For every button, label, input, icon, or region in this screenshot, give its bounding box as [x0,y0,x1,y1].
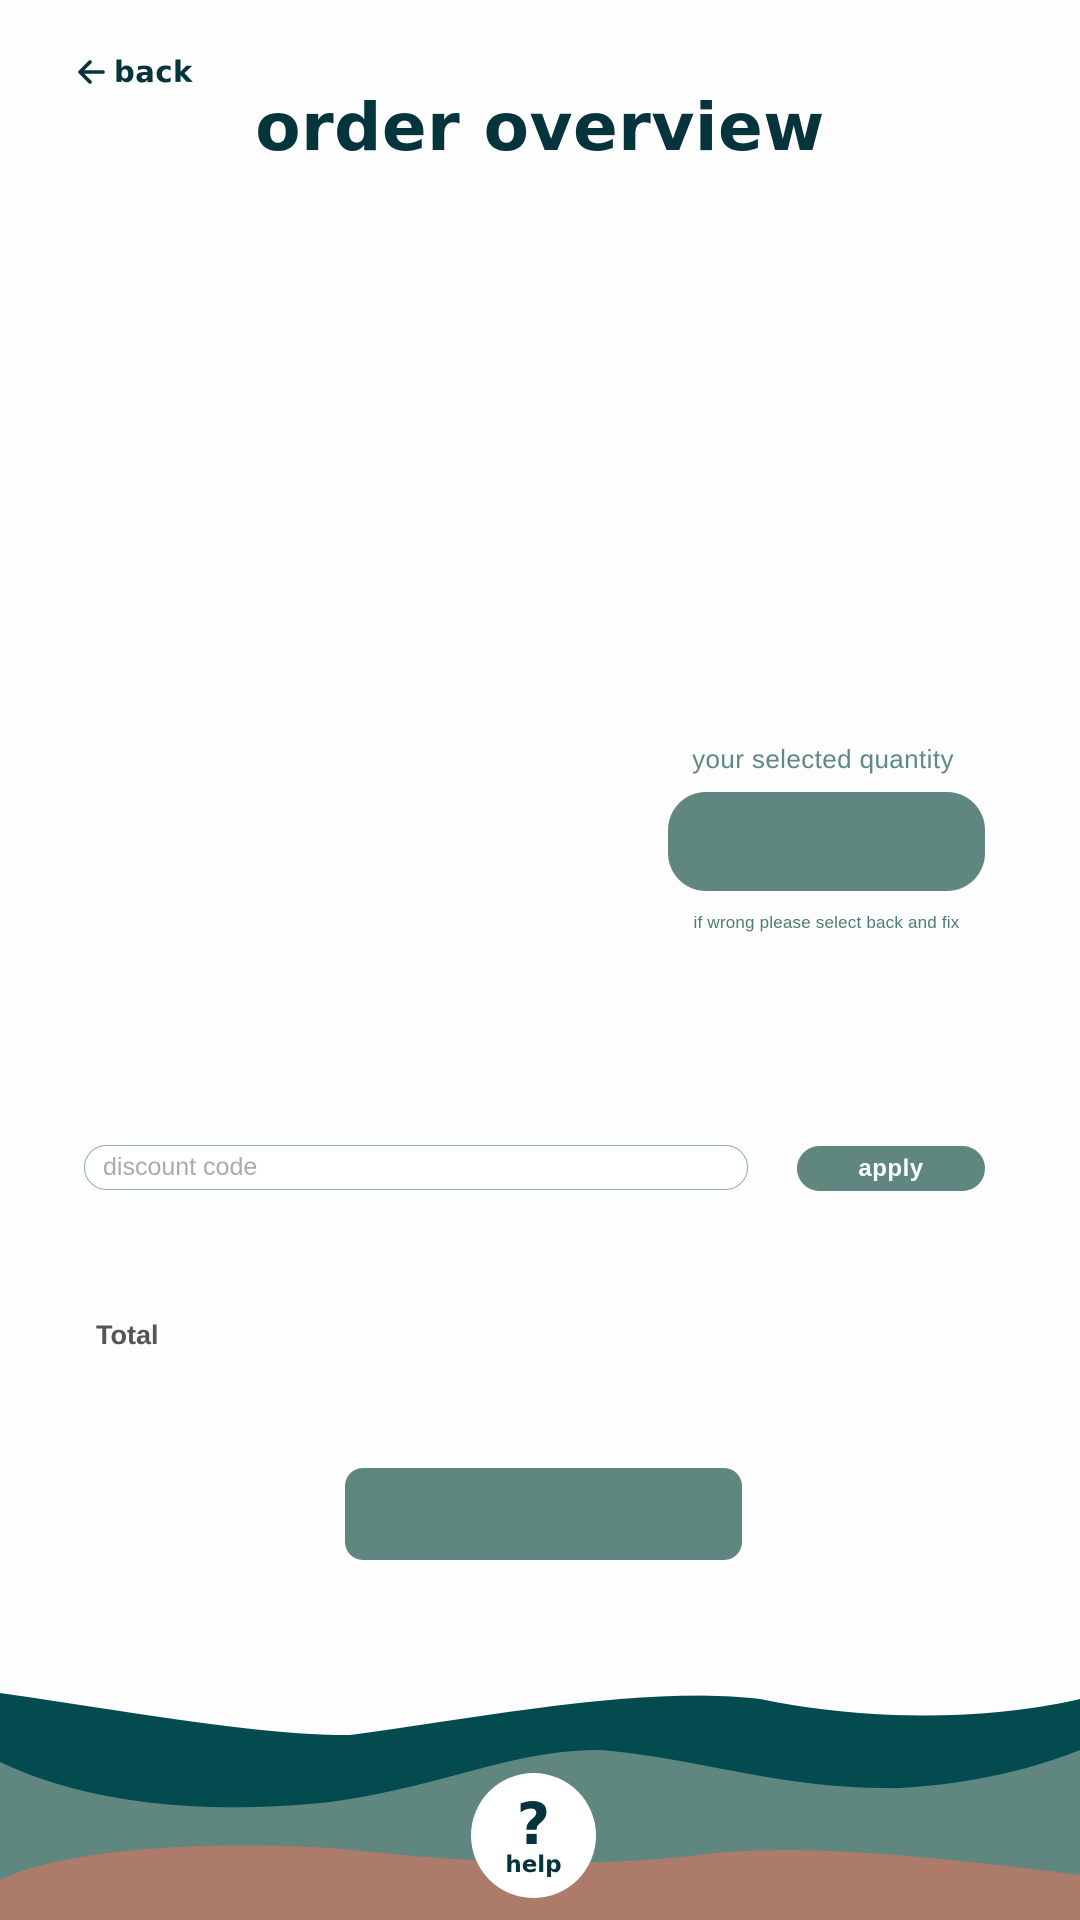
discount-code-input[interactable] [84,1145,748,1190]
back-label: back [114,55,193,89]
quantity-hint: if wrong please select back and fix [693,913,960,932]
help-button[interactable]: ? help [471,1773,596,1898]
total-label: Total [96,1320,159,1350]
apply-button[interactable]: apply [797,1146,985,1191]
arrow-left-icon [78,60,105,84]
confirm-order-button[interactable] [345,1468,742,1560]
page-title: order overview [255,89,825,166]
quantity-display [668,792,985,891]
question-mark-icon: ? [516,1789,551,1858]
back-button[interactable]: back [76,52,193,92]
help-label: help [505,1851,562,1878]
quantity-label: your selected quantity [692,744,954,774]
